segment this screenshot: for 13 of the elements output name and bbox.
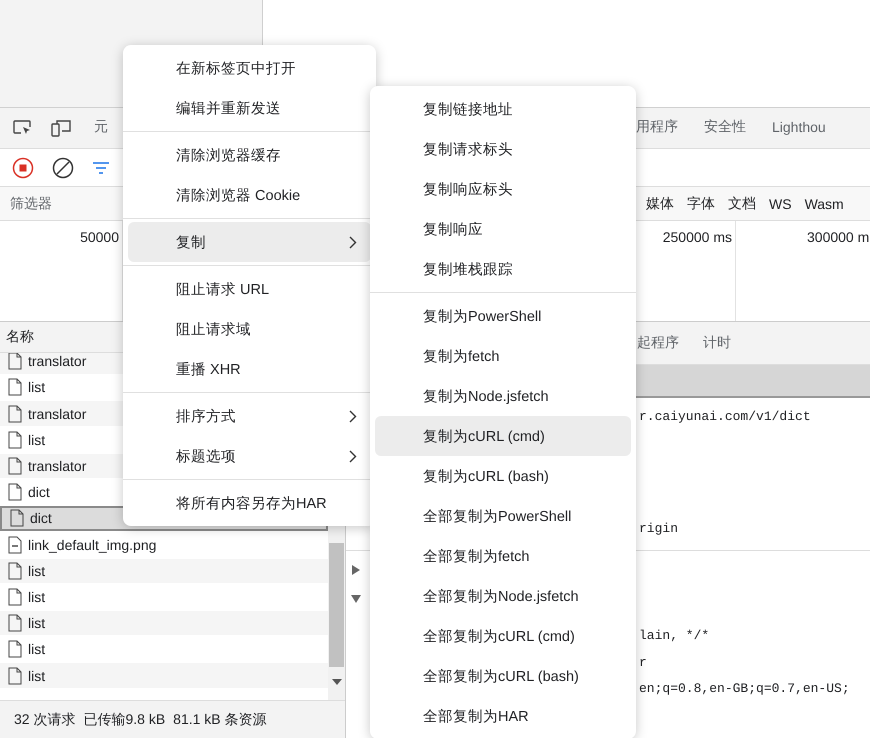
time-tick: 300000 m <box>807 229 870 247</box>
status-text: 已传输9.8 kB <box>83 711 166 729</box>
time-tick: 50000 <box>80 229 119 247</box>
code-line: r <box>639 654 648 672</box>
code-line: lain, */* <box>639 627 710 645</box>
column-header: 名称 <box>6 328 34 346</box>
status-text: 81.1 kB 条资源 <box>173 711 267 729</box>
code-line: r.caiyunai.com/v1/dict <box>639 408 812 426</box>
code-line: en;q=0.8,en-GB;q=0.7,en-US; <box>639 680 850 698</box>
filter-label: 筛选器 <box>10 194 52 210</box>
status-text: 32 次请求 <box>14 711 76 729</box>
code-line: rigin <box>639 520 680 538</box>
time-tick: 250000 ms <box>662 229 732 247</box>
